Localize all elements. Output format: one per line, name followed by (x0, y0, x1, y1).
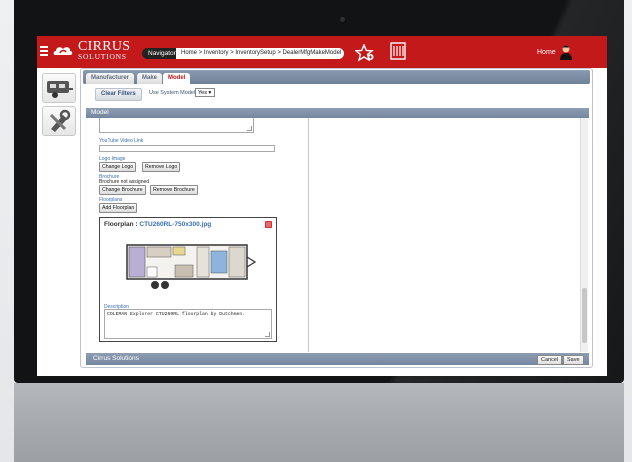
floorplan-file-name[interactable]: CTU260RL-750x300.jpg (139, 221, 211, 228)
camera-dot (340, 17, 345, 22)
top-bar: CIRRUS SOLUTIONS Navigator Home > Invent… (37, 36, 607, 68)
favorite-star-icon[interactable] (355, 44, 375, 62)
content-panel: Manufacturer Make Model Clear Filters Us… (80, 68, 593, 368)
inventory-rail-button[interactable] (42, 73, 76, 103)
floorplan-title-prefix: Floorplan : (104, 221, 140, 228)
panel-footer: Cirrus Solutions Cancel Save (86, 353, 589, 365)
description-textarea[interactable]: COLEMAN Explorer CTU260RL floorplan by D… (104, 309, 272, 339)
setup-rail-button[interactable] (42, 106, 76, 136)
preview-area (309, 118, 580, 352)
change-brochure-button[interactable]: Change Brochure (99, 185, 146, 195)
notes-textarea[interactable] (99, 118, 254, 133)
rv-trailer-icon (47, 81, 73, 98)
home-link[interactable]: Home (537, 48, 556, 58)
monitor-chin (14, 383, 624, 462)
description-value: COLEMAN Explorer CTU260RL floorplan by D… (107, 312, 246, 317)
use-system-models-label: Use System Models (149, 90, 198, 96)
floorplan-image (126, 244, 257, 289)
floorplan-title: Floorplan : CTU260RL-750x300.jpg (104, 221, 211, 228)
cirrus-logo-icon (53, 47, 73, 55)
use-system-models-select[interactable]: Yes ▾ (195, 88, 215, 97)
logo-subtext: SOLUTIONS (78, 52, 127, 61)
section-title: Model (86, 108, 589, 118)
app-screen: CIRRUS SOLUTIONS Navigator Home > Invent… (37, 36, 607, 376)
resize-grip[interactable] (247, 126, 252, 131)
floorplan-card: Floorplan : CTU260RL-750x300.jpg Descrip… (99, 217, 277, 342)
model-form: YouTube Video Link Logo Image Change Log… (86, 118, 309, 352)
remove-logo-button[interactable]: Remove Logo (142, 162, 181, 172)
add-floorplan-button[interactable]: Add Floorplan (99, 203, 138, 213)
tools-icon (49, 109, 71, 132)
vertical-scrollbar[interactable] (580, 118, 588, 352)
tab-make[interactable]: Make (137, 73, 163, 84)
change-logo-button[interactable]: Change Logo (99, 162, 137, 172)
scrollbar-thumb[interactable] (582, 288, 587, 343)
use-system-models-value: Yes (198, 90, 207, 96)
youtube-label: YouTube Video Link (99, 138, 144, 144)
menu-icon[interactable] (40, 46, 48, 56)
tab-bar: Manufacturer Make Model (83, 70, 590, 84)
tab-model[interactable]: Model (163, 73, 191, 84)
clear-filters-button[interactable]: Clear Filters (95, 88, 142, 101)
save-button[interactable]: Save (563, 355, 584, 365)
cancel-button[interactable]: Cancel (537, 355, 563, 365)
footer-label: Cirrus Solutions (93, 355, 139, 362)
close-icon[interactable] (265, 221, 272, 228)
youtube-input[interactable] (99, 145, 275, 152)
remove-brochure-button[interactable]: Remove Brochure (150, 185, 198, 195)
tab-manufacturer[interactable]: Manufacturer (86, 73, 135, 84)
breadcrumb[interactable]: Home > Inventory > InventorySetup > Deal… (176, 48, 344, 59)
user-icon[interactable] (559, 44, 573, 60)
resize-grip[interactable] (265, 332, 270, 337)
list-icon[interactable] (390, 42, 406, 60)
